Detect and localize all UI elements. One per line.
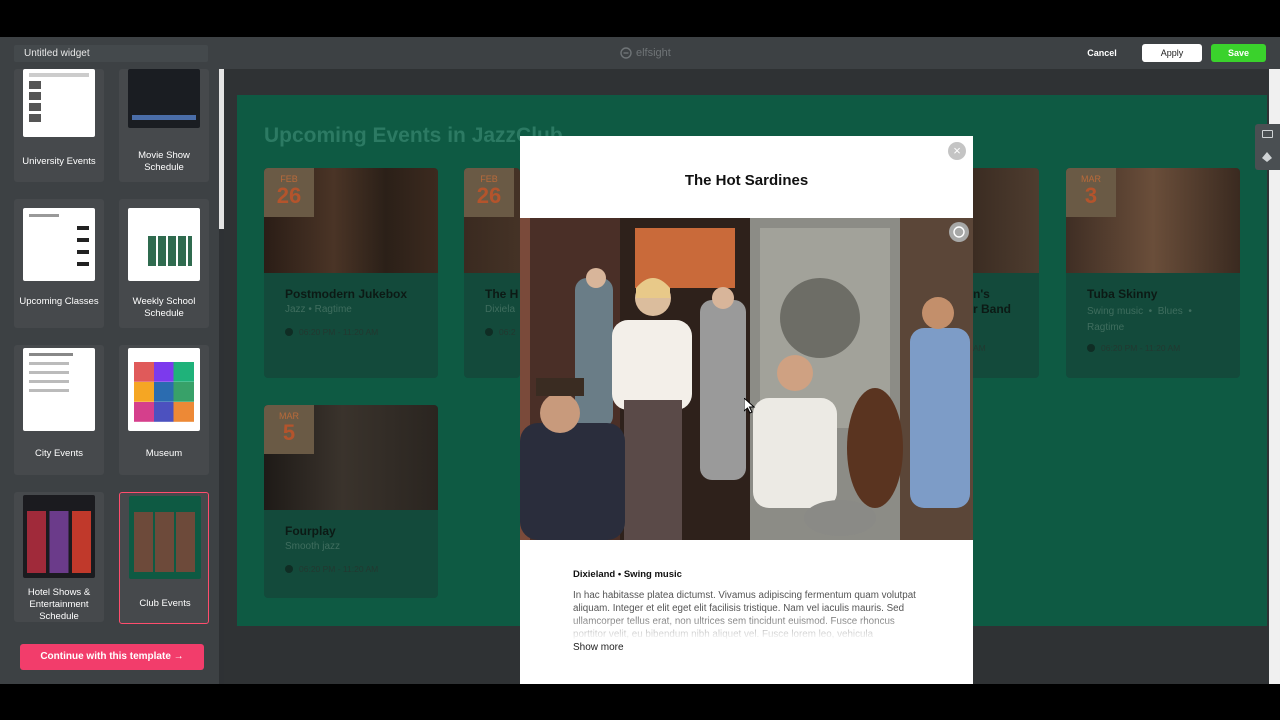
letterbox-bottom [0,684,1280,720]
logo-text: elfsight [636,47,671,59]
template-museum[interactable]: Museum [119,345,209,475]
event-genre: Jazz • Ragtime [285,304,352,315]
template-thumbnail [128,69,200,128]
event-time-text: AM [973,343,986,353]
event-photo [520,218,973,540]
mouse-cursor-icon [744,398,756,414]
close-icon[interactable]: × [948,142,966,160]
event-card[interactable]: FEB 26 The H Dixiela 06:2 [464,168,520,378]
template-label: University Events [22,156,96,167]
event-time: AM [973,343,986,353]
event-genre: Smooth jazz [285,541,341,552]
template-thumbnail [23,69,95,137]
event-time: 06:20 PM - 11:20 AM [1087,343,1180,353]
modal-title: The Hot Sardines [684,172,809,189]
preview-title: Upcoming Events in JazzClub [264,124,563,147]
template-label: Club Events [139,598,191,609]
event-card[interactable]: n's r Band AM [973,168,1039,378]
event-tags: Dixieland • Swing music [573,569,682,580]
event-image [973,168,1039,273]
desktop-icon[interactable] [1262,130,1273,138]
elfsight-logo-icon [620,47,632,59]
event-time: 06:20 PM - 11:20 AM [285,327,378,337]
event-genre: Swing music • Blues • Ragtime [1087,306,1192,333]
show-more-link[interactable]: Show more [573,642,624,653]
band-photo-illustration [520,218,973,540]
event-name: n's r Band [973,287,1012,316]
template-weekly-school-schedule[interactable]: Weekly School Schedule [119,199,209,328]
paint-bucket-icon[interactable] [1262,152,1272,162]
event-time: 06:2 [485,327,516,337]
event-time-text: 06:20 PM - 11:20 AM [299,327,379,337]
event-genre: Dixiela [485,304,516,315]
clock-icon [285,328,293,336]
event-date: FEB 26 [464,168,514,217]
event-date: MAR 3 [1066,168,1116,217]
event-name: Fourplay [285,524,336,538]
event-day: 26 [476,183,502,208]
event-day: 5 [282,420,296,445]
letterbox-top [0,0,1280,37]
event-time-text: 06:2 [499,327,516,337]
fullscreen-icon[interactable] [949,222,969,242]
template-upcoming-classes[interactable]: Upcoming Classes [14,199,104,328]
event-date: FEB 26 [264,168,314,217]
template-label: Weekly School Schedule [132,296,196,319]
event-card[interactable]: MAR 3 Tuba Skinny Swing music • Blues • … [1066,168,1240,378]
event-date: MAR 5 [264,405,314,454]
elfsight-logo: elfsight [620,45,671,61]
template-label: Museum [145,448,183,459]
device-toolbar [1255,124,1280,170]
template-thumbnail [23,348,95,431]
template-label: Hotel Shows & Entertainment Schedule [27,587,91,622]
widget-name-field[interactable]: Untitled widget [14,45,208,62]
template-thumbnail [129,496,201,579]
apply-button[interactable]: Apply [1142,44,1202,62]
description-fade [573,612,923,640]
clock-icon [485,328,493,336]
event-time-text: 06:20 PM - 11:20 AM [1101,343,1181,353]
event-name: Tuba Skinny [1087,287,1158,301]
template-label: Upcoming Classes [19,296,99,307]
event-name: The H [485,287,519,301]
template-city-events[interactable]: City Events [14,345,104,475]
template-label: City Events [34,448,84,459]
template-club-events[interactable]: Club Events [119,492,209,624]
continue-with-template-button[interactable]: Continue with this template → [20,644,204,670]
event-card[interactable]: FEB 26 Postmodern Jukebox Jazz • Ragtime… [264,168,438,378]
template-hotel-shows[interactable]: Hotel Shows & Entertainment Schedule [14,492,104,622]
template-label: Movie Show Schedule [138,150,190,173]
template-movie-show-schedule[interactable]: Movie Show Schedule [119,69,209,182]
clock-icon [1087,344,1095,352]
event-time-text: 06:20 PM - 11:20 AM [299,564,379,574]
cancel-button[interactable]: Cancel [1080,44,1124,62]
event-time: 06:20 PM - 11:20 AM [285,564,378,574]
save-button[interactable]: Save [1211,44,1266,62]
event-card[interactable]: MAR 5 Fourplay Smooth jazz 06:20 PM - 11… [264,405,438,598]
template-thumbnail [23,208,95,281]
template-thumbnail [128,208,200,281]
event-name: Postmodern Jukebox [285,287,408,301]
event-day: 26 [276,183,302,208]
template-university-events[interactable]: University Events [14,69,104,182]
template-thumbnail [23,495,95,578]
template-sidebar: University Events Movie Show Schedule Up… [0,69,224,684]
clock-icon [285,565,293,573]
template-thumbnail [128,348,200,431]
event-day: 3 [1084,183,1098,208]
